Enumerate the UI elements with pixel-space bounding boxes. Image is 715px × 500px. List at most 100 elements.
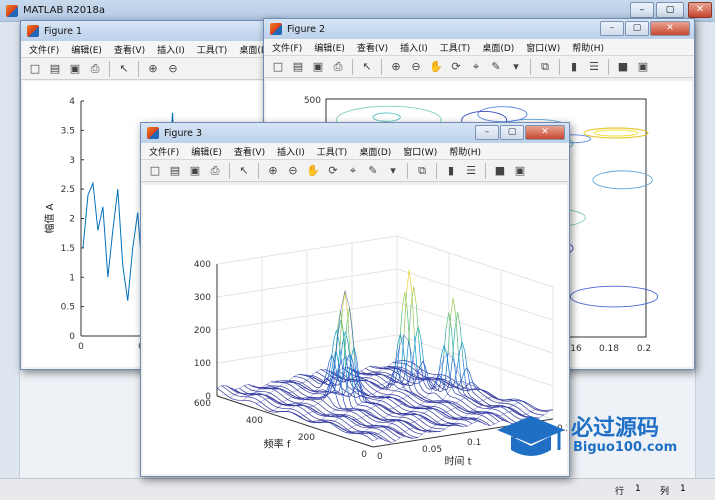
hide-tools-icon[interactable]: ■ [614,58,632,76]
zoom-in-icon[interactable]: ⊕ [264,162,282,180]
main-maximize-button[interactable]: ▢ [656,2,684,18]
mesh-line [382,401,386,403]
zoom-out-icon[interactable]: ⊖ [164,60,182,78]
save-icon[interactable]: ▣ [186,162,204,180]
mesh-line [313,405,317,409]
zoom-in-icon[interactable]: ⊕ [387,58,405,76]
save-icon[interactable]: ▣ [66,60,84,78]
mesh-line [382,393,385,395]
mesh-line [460,410,464,413]
mesh-line [341,430,345,433]
figure1-titlebar[interactable]: Figure 1 [21,21,279,41]
link-plot-icon[interactable]: ⧉ [413,162,431,180]
menu-item[interactable]: 插入(I) [400,41,428,54]
close-button[interactable]: ✕ [650,21,690,36]
menu-item[interactable]: 工具(T) [440,41,471,54]
open-file-icon[interactable]: ▤ [289,58,307,76]
mesh-line [400,407,404,410]
menu-item[interactable]: 桌面(D) [482,41,514,54]
pan-icon[interactable]: ✋ [304,162,322,180]
menu-item[interactable]: 插入(I) [277,145,305,158]
pan-icon[interactable]: ✋ [427,58,445,76]
mesh-line [410,404,414,407]
menu-item[interactable]: 插入(I) [157,43,185,56]
rotate-icon[interactable]: ⟳ [324,162,342,180]
open-file-icon[interactable]: ▤ [46,60,64,78]
menu-item[interactable]: 窗口(W) [526,41,560,54]
zoom-out-icon[interactable]: ⊖ [407,58,425,76]
mesh-line [387,398,391,401]
mesh-line [304,395,308,397]
figure3-titlebar[interactable]: Figure 3 – ▢ ✕ [141,123,569,143]
mesh-line [296,389,300,393]
zoom-in-icon[interactable]: ⊕ [144,60,162,78]
mesh-line [389,426,393,429]
print-icon[interactable]: ⎙ [329,58,347,76]
legend-icon[interactable]: ☰ [585,58,603,76]
menu-item[interactable]: 文件(F) [272,41,302,54]
new-figure-icon[interactable]: □ [269,58,287,76]
link-plot-icon[interactable]: ⧉ [536,58,554,76]
show-tools-icon[interactable]: ▣ [634,58,652,76]
minimize-button[interactable]: – [600,21,624,36]
menu-item[interactable]: 查看(V) [234,145,265,158]
brush-icon[interactable]: ✎ [364,162,382,180]
edit-plot-icon[interactable]: ↖ [235,162,253,180]
menu-item[interactable]: 桌面(D) [359,145,391,158]
open-file-icon[interactable]: ▤ [166,162,184,180]
dropdown-icon[interactable]: ▾ [507,58,525,76]
menu-item[interactable]: 编辑(E) [314,41,345,54]
mesh-line [395,403,399,406]
menu-item[interactable]: 文件(F) [149,145,179,158]
mesh-line [377,433,381,436]
edit-plot-icon[interactable]: ↖ [115,60,133,78]
close-button[interactable]: ✕ [525,125,565,140]
menu-item[interactable]: 帮助(H) [572,41,604,54]
main-close-button[interactable]: ✕ [688,2,712,18]
menu-item[interactable]: 查看(V) [357,41,388,54]
dropdown-icon[interactable]: ▾ [384,162,402,180]
legend-icon[interactable]: ☰ [462,162,480,180]
mesh-line [456,413,459,416]
colorbar-icon[interactable]: ▮ [442,162,460,180]
menu-item[interactable]: 工具(T) [197,43,228,56]
mesh-line [417,391,421,395]
show-tools-icon[interactable]: ▣ [511,162,529,180]
mesh-line [318,383,322,385]
main-minimize-button[interactable]: – [630,2,654,18]
menu-item[interactable]: 帮助(H) [449,145,481,158]
colorbar-icon[interactable]: ▮ [565,58,583,76]
new-figure-icon[interactable]: □ [26,60,44,78]
menu-item[interactable]: 文件(F) [29,43,59,56]
figure2-titlebar[interactable]: Figure 2 – ▢ ✕ [264,19,694,39]
data-cursor-icon[interactable]: ⌖ [344,162,362,180]
mesh-line [476,389,480,393]
menu-item[interactable]: 窗口(W) [403,145,437,158]
save-icon[interactable]: ▣ [309,58,327,76]
zoom-out-icon[interactable]: ⊖ [284,162,302,180]
mesh-line [362,434,366,436]
edit-plot-icon[interactable]: ↖ [358,58,376,76]
brush-icon[interactable]: ✎ [487,58,505,76]
menu-item[interactable]: 查看(V) [114,43,145,56]
data-cursor-icon[interactable]: ⌖ [467,58,485,76]
minimize-button[interactable]: – [475,125,499,140]
menu-item[interactable]: 工具(T) [317,145,348,158]
mesh-line [488,413,492,416]
mesh-line [219,389,223,393]
print-icon[interactable]: ⎙ [86,60,104,78]
mesh-line [443,404,446,407]
maximize-button[interactable]: ▢ [625,21,649,36]
figure1-menubar: 文件(F) 编辑(E) 查看(V) 插入(I) 工具(T) 桌面(D [21,41,279,58]
new-figure-icon[interactable]: □ [146,162,164,180]
hide-tools-icon[interactable]: ■ [491,162,509,180]
toolbar-separator [559,58,560,75]
print-icon[interactable]: ⎙ [206,162,224,180]
menu-item[interactable]: 编辑(E) [71,43,102,56]
mesh-line [298,411,302,415]
mesh-line [415,401,419,404]
mesh-line [466,420,470,423]
maximize-button[interactable]: ▢ [500,125,524,140]
menu-item[interactable]: 编辑(E) [191,145,222,158]
rotate-icon[interactable]: ⟳ [447,58,465,76]
